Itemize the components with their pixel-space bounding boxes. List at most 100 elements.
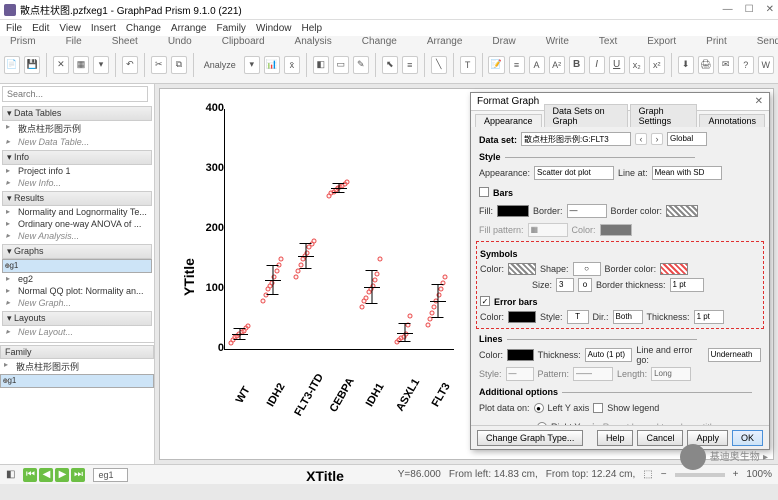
plot-area[interactable]: [224, 109, 454, 349]
tree-item[interactable]: New Info...: [2, 177, 152, 189]
error-style-select[interactable]: T: [567, 310, 589, 324]
dialog-close-button[interactable]: ✕: [755, 96, 763, 107]
changegraphtype-button[interactable]: Change Graph Type...: [477, 430, 583, 446]
bars-checkbox[interactable]: [479, 187, 489, 197]
open-icon[interactable]: 📄: [4, 56, 20, 74]
error-color-swatch[interactable]: [508, 311, 536, 323]
y-axis-title[interactable]: YTitle: [181, 258, 197, 296]
zoom-slider[interactable]: [675, 473, 725, 477]
export-icon[interactable]: ⬇: [678, 56, 694, 74]
tree-item[interactable]: 散点柱形图示例: [2, 121, 152, 136]
family-item[interactable]: 散点柱形图示例: [0, 359, 154, 374]
align-left-icon[interactable]: ≡: [509, 56, 525, 74]
write-icon[interactable]: T: [460, 56, 476, 74]
symbol-bordercolor-swatch[interactable]: [660, 263, 688, 275]
menu-view[interactable]: View: [59, 23, 81, 34]
dataset-select[interactable]: 散点柱形图示例:G:FLT3: [521, 132, 631, 146]
symbol-color-swatch[interactable]: [508, 263, 536, 275]
change-icon[interactable]: ◧: [313, 56, 329, 74]
copy-icon[interactable]: ⧉: [171, 56, 187, 74]
tree-section[interactable]: ▾ Layouts: [2, 311, 152, 326]
menu-file[interactable]: File: [6, 23, 22, 34]
error-thick-select[interactable]: 1 pt: [694, 310, 724, 324]
tree-section[interactable]: ▾ Data Tables: [2, 106, 152, 121]
tree-section[interactable]: ▾ Graphs: [2, 244, 152, 259]
lineat-select[interactable]: Mean with SD: [652, 166, 722, 180]
border-select[interactable]: —: [567, 204, 607, 218]
tree-item[interactable]: Normal QQ plot: Normality an...: [2, 285, 152, 297]
tree-item[interactable]: New Graph...: [2, 297, 152, 309]
family-item[interactable]: eg1: [0, 374, 154, 388]
menu-window[interactable]: Window: [256, 23, 292, 34]
italic-icon[interactable]: I: [589, 56, 605, 74]
last-button[interactable]: ⏭: [71, 468, 85, 482]
sheet-icon[interactable]: ▦: [73, 56, 89, 74]
dialog-tab[interactable]: Data Sets on Graph: [544, 104, 628, 127]
print-icon[interactable]: 🖨: [698, 56, 714, 74]
zoom-out-button[interactable]: −: [661, 469, 667, 480]
help-button[interactable]: Help: [597, 430, 634, 446]
maximize-button[interactable]: ☐: [745, 4, 754, 15]
menu-edit[interactable]: Edit: [32, 23, 49, 34]
lefty-radio[interactable]: ●: [534, 403, 544, 413]
dialog-tab[interactable]: Appearance: [475, 114, 542, 127]
tree-item[interactable]: Project info 1: [2, 165, 152, 177]
appearance-select[interactable]: Scatter dot plot: [534, 166, 614, 180]
tree-section[interactable]: ▾ Results: [2, 191, 152, 206]
stats-icon[interactable]: x̄: [284, 56, 300, 74]
search-input[interactable]: [2, 86, 148, 102]
shape-select[interactable]: ○: [573, 262, 601, 276]
menu-change[interactable]: Change: [126, 23, 161, 34]
showlegend-checkbox[interactable]: [593, 403, 603, 413]
dialog-tab[interactable]: Annotations: [699, 114, 765, 127]
tree-item[interactable]: eg1: [2, 259, 152, 273]
doc-icon[interactable]: 📝: [488, 56, 504, 74]
linegoes-select[interactable]: Underneath: [708, 348, 761, 362]
scope-select[interactable]: Global: [667, 132, 707, 146]
align-icon[interactable]: ≡: [402, 56, 418, 74]
family-header[interactable]: Family: [0, 345, 154, 359]
menu-help[interactable]: Help: [302, 23, 323, 34]
x-axis-title[interactable]: XTitle: [306, 468, 344, 484]
la-icon[interactable]: ?: [738, 56, 754, 74]
pattern-select[interactable]: ——: [573, 367, 613, 381]
chart[interactable]: YTitle XTitle 0100200300400 WTIDH2FLT3-I…: [190, 109, 460, 429]
length-select[interactable]: Long: [651, 367, 691, 381]
errorbars-checkbox[interactable]: ✓: [480, 296, 490, 306]
line-thick-select[interactable]: Auto (1 pt): [585, 348, 633, 362]
minimize-button[interactable]: —: [723, 4, 733, 15]
dialog-tab[interactable]: Graph Settings: [630, 104, 698, 127]
draw-icon[interactable]: ╲: [431, 56, 447, 74]
tree-item[interactable]: eg2: [2, 273, 152, 285]
menu-family[interactable]: Family: [216, 23, 245, 34]
tree-item[interactable]: New Analysis...: [2, 230, 152, 242]
size-select[interactable]: 3: [556, 278, 574, 292]
sub-icon[interactable]: x₂: [629, 56, 645, 74]
error-dir-select[interactable]: Both: [613, 310, 643, 324]
analyze-dropdown[interactable]: ▾: [244, 56, 260, 74]
undo-icon[interactable]: ↶: [122, 56, 138, 74]
line-color-swatch[interactable]: [507, 349, 534, 361]
bordercolor-swatch[interactable]: [666, 205, 698, 217]
first-button[interactable]: ⏮: [23, 468, 37, 482]
tree-item[interactable]: Ordinary one-way ANOVA of ...: [2, 218, 152, 230]
menu-arrange[interactable]: Arrange: [171, 23, 207, 34]
prev-button[interactable]: ◀: [39, 468, 53, 482]
prev-dataset-button[interactable]: ‹: [635, 133, 647, 145]
change3-icon[interactable]: ✎: [353, 56, 369, 74]
help-icon[interactable]: W: [758, 56, 774, 74]
sheet-nav-select[interactable]: eg1: [93, 468, 128, 482]
menu-insert[interactable]: Insert: [91, 23, 116, 34]
arrange-icon[interactable]: ⬉: [382, 56, 398, 74]
font-a-icon[interactable]: A: [529, 56, 545, 74]
cut-icon[interactable]: ✂: [151, 56, 167, 74]
next-button[interactable]: ▶: [55, 468, 69, 482]
new-sheet-icon[interactable]: ✕: [53, 56, 69, 74]
tree-item[interactable]: Normality and Lognormality Te...: [2, 206, 152, 218]
fill-swatch[interactable]: [497, 205, 529, 217]
close-button[interactable]: ✕: [766, 4, 774, 15]
borderthick-select[interactable]: 1 pt: [670, 278, 704, 292]
fit-icon[interactable]: 📊: [264, 56, 280, 74]
tree-item[interactable]: New Layout...: [2, 326, 152, 338]
cancel-button[interactable]: Cancel: [637, 430, 683, 446]
